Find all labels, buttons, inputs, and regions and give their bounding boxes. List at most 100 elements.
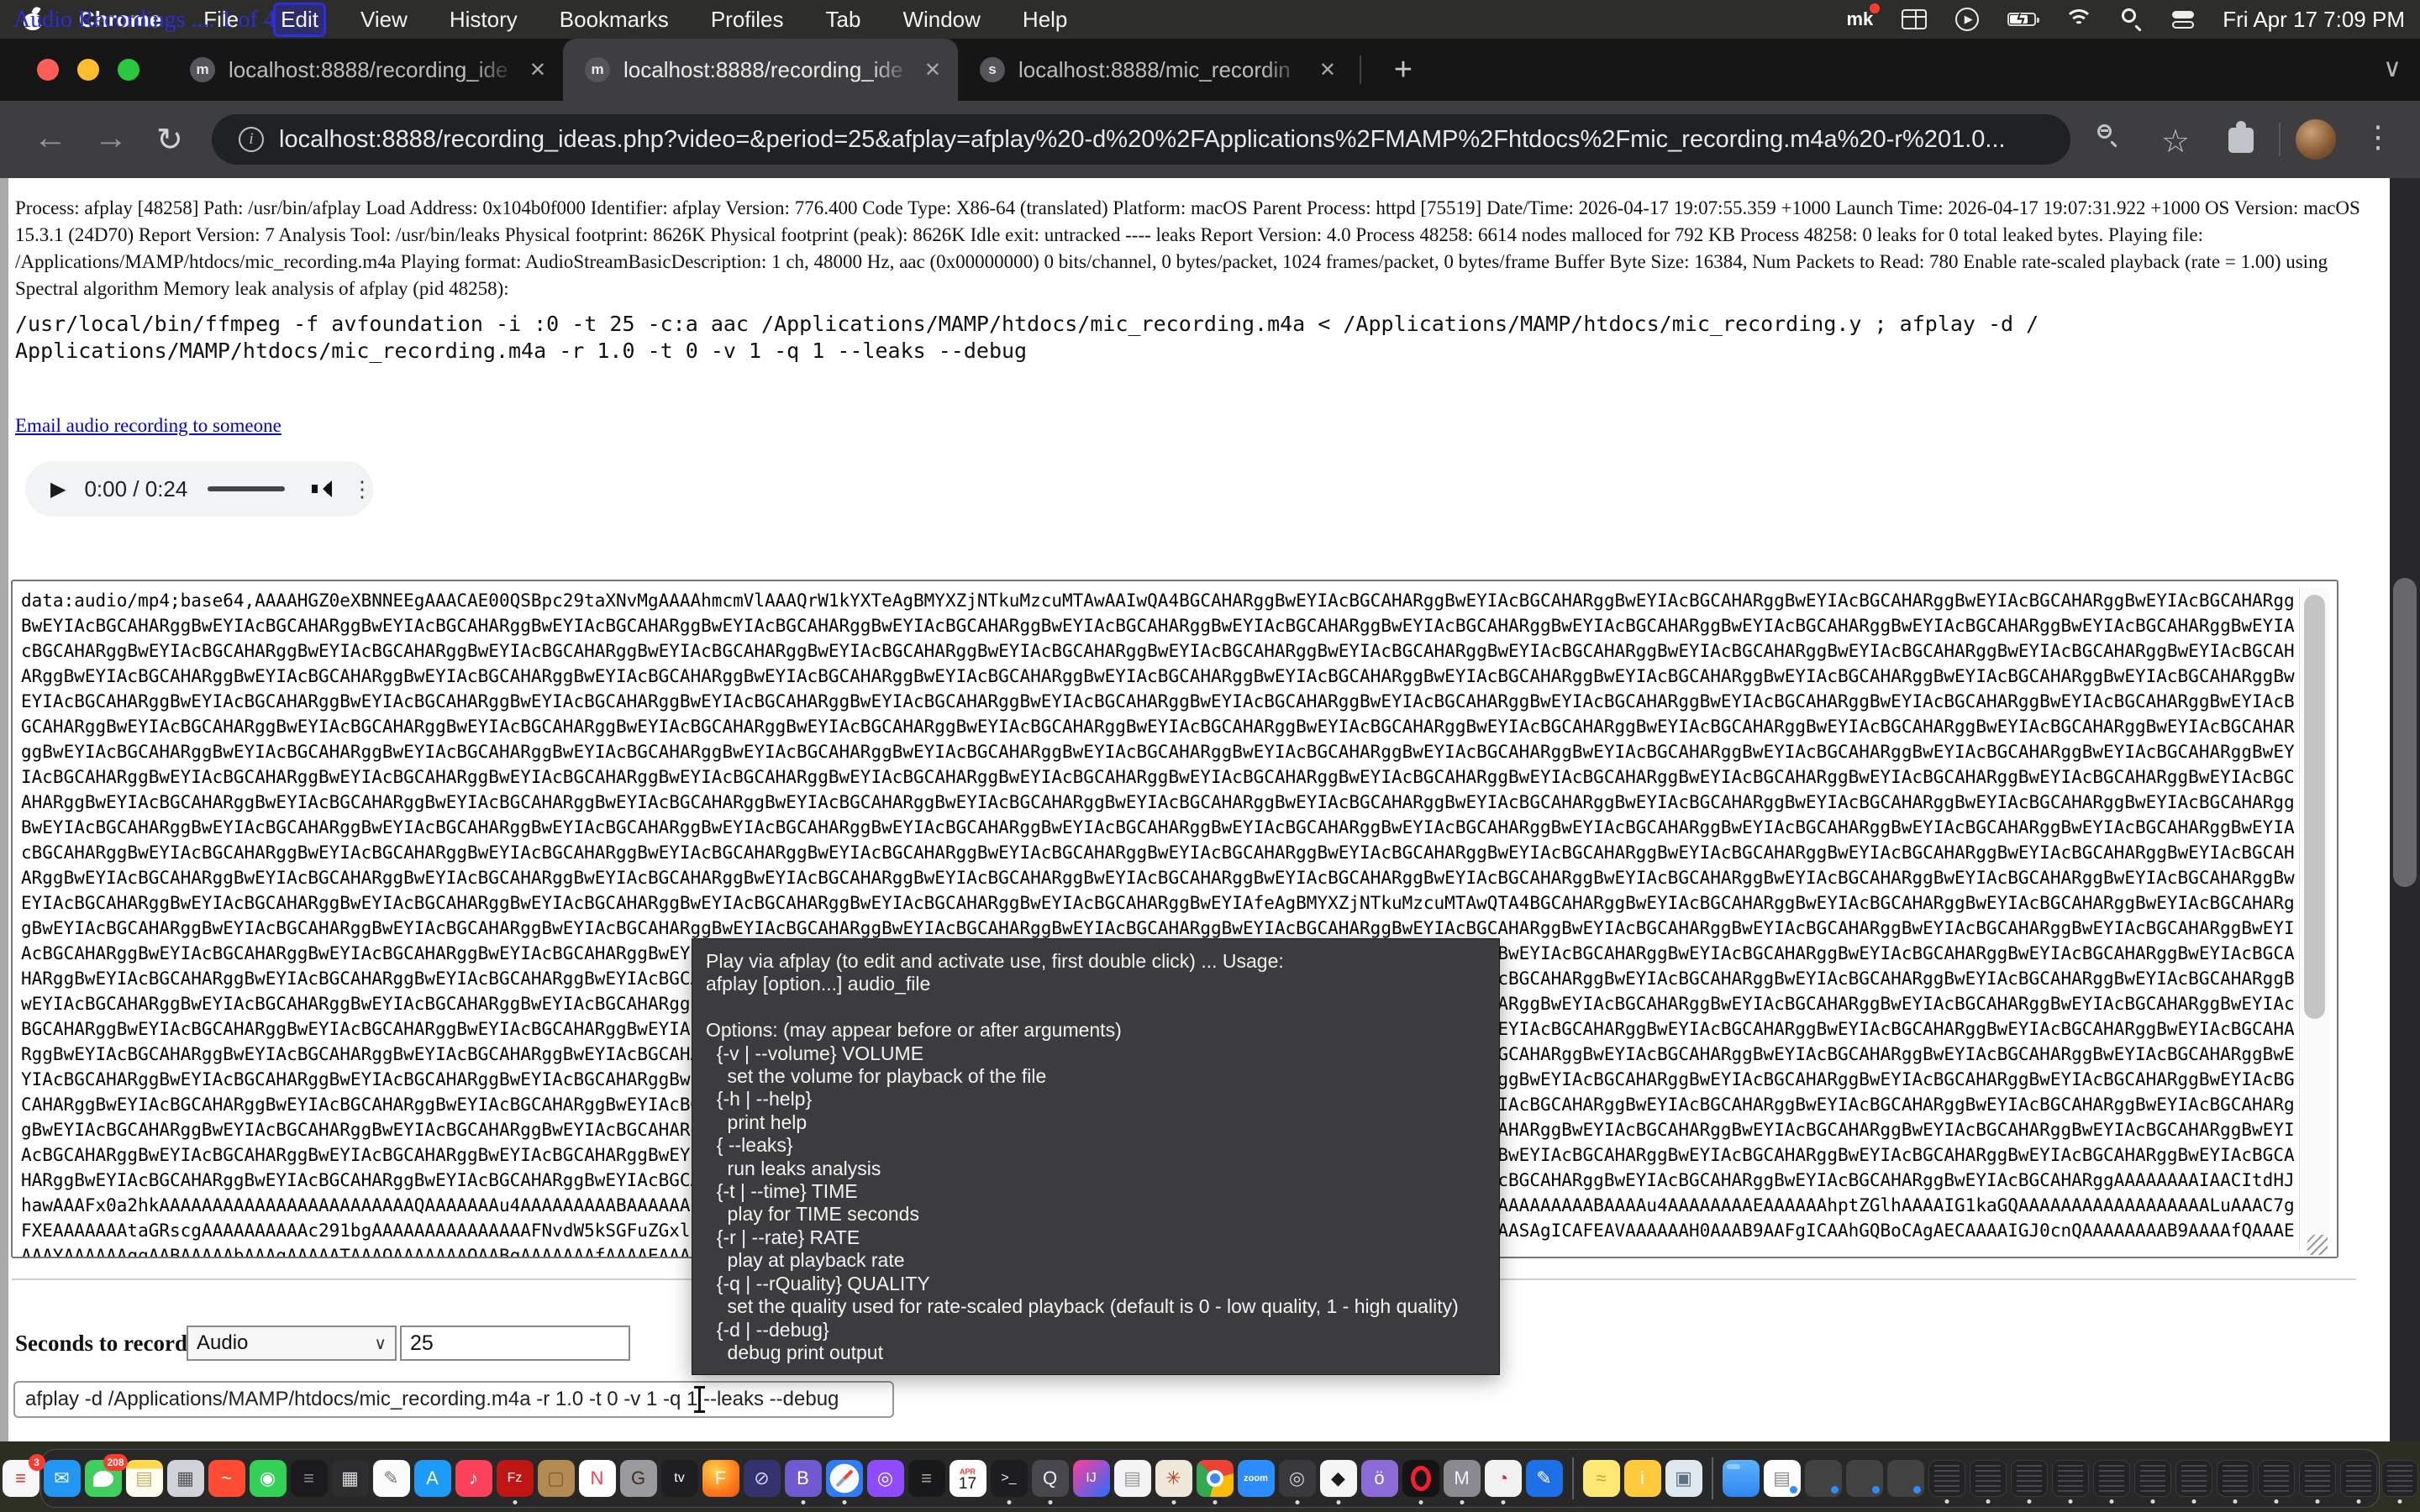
dock-item-opera[interactable] xyxy=(1402,1460,1439,1497)
dock-item-blocked-app[interactable]: ⊘ xyxy=(744,1460,781,1497)
dock-item-pet-app[interactable]: ö xyxy=(1361,1460,1398,1497)
battery-charging-icon[interactable]: ϟ xyxy=(2007,13,2036,26)
tab-close-icon[interactable]: ✕ xyxy=(529,58,546,82)
dock-item-intellij[interactable]: IJ xyxy=(1073,1460,1110,1497)
dock-item-minimized-window[interactable] xyxy=(2258,1460,2295,1497)
dock-item-paint-app[interactable]: ✳ xyxy=(1155,1460,1192,1497)
browser-tab-2[interactable]: mlocalhost:8888/recording_ide✕ xyxy=(563,39,958,101)
dock-item-minimized-window[interactable] xyxy=(1928,1460,1965,1497)
dock-item-minimized-window[interactable] xyxy=(2011,1460,2048,1497)
dock-item-minimized-window[interactable] xyxy=(2299,1460,2336,1497)
minimize-window-button[interactable] xyxy=(77,59,99,81)
play-circle-icon[interactable]: ▶ xyxy=(1955,8,1979,31)
mamp-status-icon[interactable]: mk xyxy=(1846,8,1873,30)
dock-item-facetime[interactable]: ◉ xyxy=(250,1460,287,1497)
dock-item-chrome[interactable] xyxy=(1197,1460,1234,1497)
menu-item-view[interactable]: View xyxy=(355,5,413,34)
textarea-scrollbar[interactable] xyxy=(2299,588,2329,1250)
dock-item-terminal[interactable]: >_ xyxy=(991,1460,1028,1497)
dock-item-minimized-window[interactable] xyxy=(2134,1460,2171,1497)
tab-search-chevron-icon[interactable]: ∨ xyxy=(2383,54,2402,83)
dock-item-reminders[interactable]: ≡3 xyxy=(3,1460,39,1497)
dock-item-drawing-pen-app[interactable]: ✎ xyxy=(1526,1460,1563,1497)
textarea-scrollbar-thumb[interactable] xyxy=(2304,595,2325,1019)
record-type-select[interactable]: Audio ∨ xyxy=(187,1326,397,1361)
dock-item-firefox[interactable]: F xyxy=(702,1460,739,1497)
menu-item-tab[interactable]: Tab xyxy=(821,5,866,34)
dock-item-dark-utility-app[interactable]: ≡ xyxy=(291,1460,328,1497)
menu-item-profiles[interactable]: Profiles xyxy=(706,5,789,34)
window-grid-icon[interactable] xyxy=(1902,9,1927,29)
dock-item-downloads-folder[interactable] xyxy=(1723,1460,1760,1497)
zoom-out-icon[interactable] xyxy=(2097,124,2119,146)
dock-item-minimized-window[interactable] xyxy=(2381,1460,2418,1497)
player-menu-icon[interactable]: ⋮ xyxy=(351,476,373,502)
dock-item-filezilla[interactable]: Fz xyxy=(497,1460,534,1497)
dock-item-code-preview-app[interactable]: ≡ xyxy=(908,1460,945,1497)
control-center-icon[interactable] xyxy=(2172,11,2194,29)
menu-item-window[interactable]: Window xyxy=(897,5,985,34)
reload-button[interactable]: ↻ xyxy=(156,121,183,159)
dock-item-minimized-window[interactable] xyxy=(2217,1460,2254,1497)
dock-item-launchpad[interactable]: ▦ xyxy=(167,1460,204,1497)
page-scrollbar[interactable] xyxy=(2390,178,2420,1441)
dock-item-app-store[interactable]: A xyxy=(414,1460,451,1497)
dock-item-quicktime[interactable]: Q xyxy=(1032,1460,1069,1497)
browser-menu-icon[interactable]: ⋮ xyxy=(2363,119,2393,155)
dock-item-leather-app[interactable]: ▢ xyxy=(538,1460,575,1497)
dock-item-stickies[interactable]: ≈ xyxy=(1583,1460,1620,1497)
dock-item-notes[interactable]: ▤ xyxy=(126,1460,163,1497)
dock-item-news[interactable]: N xyxy=(579,1460,616,1497)
dock-item-mail[interactable]: ✉ xyxy=(44,1460,81,1497)
close-window-button[interactable] xyxy=(37,59,59,81)
dock-item-messages[interactable]: 208 xyxy=(85,1460,122,1497)
profile-avatar[interactable] xyxy=(2296,119,2336,160)
dock-item-ghost-doc[interactable] xyxy=(1846,1460,1883,1497)
menu-item-bookmarks[interactable]: Bookmarks xyxy=(555,5,674,34)
dock-item-minimized-window[interactable] xyxy=(2175,1460,2212,1497)
dock-item-minimized-window[interactable] xyxy=(2052,1460,2089,1497)
dock-item-minimized-window[interactable] xyxy=(2093,1460,2130,1497)
menu-item-edit[interactable]: Edit xyxy=(276,5,324,34)
dock-item-dashboard-app[interactable]: ◔ xyxy=(1485,1460,1522,1497)
spotlight-search-icon[interactable] xyxy=(2122,8,2144,30)
dock-item-calendar[interactable]: APR17 xyxy=(950,1460,986,1497)
dock-item-gimp[interactable]: G xyxy=(620,1460,657,1497)
dock-item-textedit[interactable]: ✎ xyxy=(373,1460,410,1497)
dock-item-safari[interactable] xyxy=(826,1460,863,1497)
dock-item-spreadsheet-doc[interactable]: ▤ xyxy=(1764,1460,1801,1497)
dock-item-ghost-doc[interactable] xyxy=(1805,1460,1842,1497)
volume-icon[interactable] xyxy=(312,479,329,499)
bookmark-star-icon[interactable]: ☆ xyxy=(2161,123,2190,160)
extensions-icon[interactable] xyxy=(2228,128,2254,153)
address-bar[interactable]: i localhost:8888/recording_ideas.php?vid… xyxy=(212,114,2070,165)
tab-close-icon[interactable]: ✕ xyxy=(924,58,941,82)
dock-item-minimized-window[interactable] xyxy=(2340,1460,2377,1497)
dock-item-minimized-window[interactable] xyxy=(1970,1460,2007,1497)
dock-item-bbedit[interactable]: B xyxy=(785,1460,822,1497)
afplay-command-input[interactable]: afplay -d /Applications/MAMP/htdocs/mic_… xyxy=(13,1381,894,1418)
dock-item-system-settings[interactable]: ◎ xyxy=(1279,1460,1316,1497)
dock-item-photos-viewer[interactable]: ▣ xyxy=(1665,1460,1702,1497)
menu-item-help[interactable]: Help xyxy=(1018,5,1072,34)
dock-item-zoom[interactable]: zoom xyxy=(1238,1460,1275,1497)
dock-item-apple-tv[interactable]: tv xyxy=(661,1460,698,1497)
menu-clock[interactable]: Fri Apr 17 7:09 PM xyxy=(2223,7,2405,33)
dock-item-podcasts[interactable]: ◎ xyxy=(867,1460,904,1497)
browser-tab-3[interactable]: slocalhost:8888/mic_recordin✕ xyxy=(958,39,1353,101)
seek-bar[interactable] xyxy=(208,486,285,491)
dock-item-inkscape[interactable]: ◆ xyxy=(1320,1460,1357,1497)
menu-item-history[interactable]: History xyxy=(445,5,523,34)
zoom-window-button[interactable] xyxy=(118,59,139,81)
dock-item-ghost-doc[interactable] xyxy=(1887,1460,1924,1497)
dock-item-audio-wave-app[interactable]: ~ xyxy=(208,1460,245,1497)
dock-item-document-app[interactable]: ▤ xyxy=(1114,1460,1151,1497)
play-button[interactable]: ▶ xyxy=(50,477,66,501)
dock-item-mamp[interactable]: M xyxy=(1444,1460,1481,1497)
tab-close-icon[interactable]: ✕ xyxy=(1319,58,1336,82)
wifi-icon[interactable] xyxy=(2065,9,2093,29)
new-tab-button[interactable]: + xyxy=(1386,53,1420,87)
back-button[interactable]: ← xyxy=(34,119,67,157)
textarea-resize-handle[interactable] xyxy=(2307,1235,2328,1255)
email-recording-link[interactable]: Email audio recording to someone xyxy=(15,415,281,437)
